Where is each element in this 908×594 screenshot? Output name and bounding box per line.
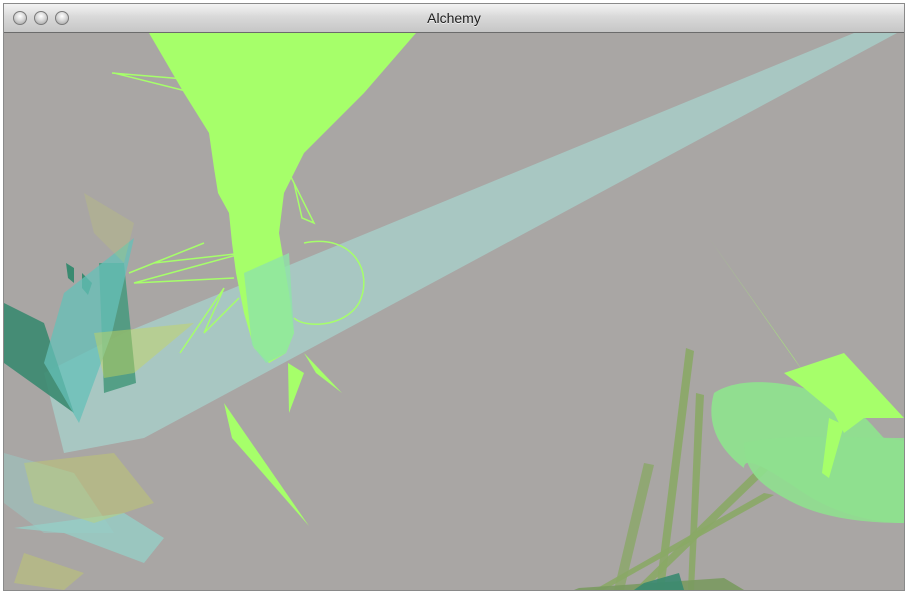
artwork [4, 33, 904, 590]
mint-leaf-lower [744, 436, 904, 523]
lime-spike-lower [288, 363, 304, 413]
teal-small-flag [66, 263, 74, 283]
lime-zigzag [128, 242, 245, 284]
app-window: Alchemy [3, 3, 905, 591]
yellow-wisp-4 [84, 193, 134, 263]
lime-line-hooks [288, 172, 316, 225]
lime-triangle-shard [224, 403, 309, 526]
drawing-canvas[interactable] [4, 33, 904, 590]
lime-spike-long [709, 238, 804, 373]
lime-spike-right [304, 353, 342, 393]
olive-blade-2 [688, 393, 704, 590]
title-bar[interactable]: Alchemy [4, 4, 904, 33]
yellow-wisp-3 [14, 553, 84, 590]
window-title: Alchemy [427, 10, 481, 26]
